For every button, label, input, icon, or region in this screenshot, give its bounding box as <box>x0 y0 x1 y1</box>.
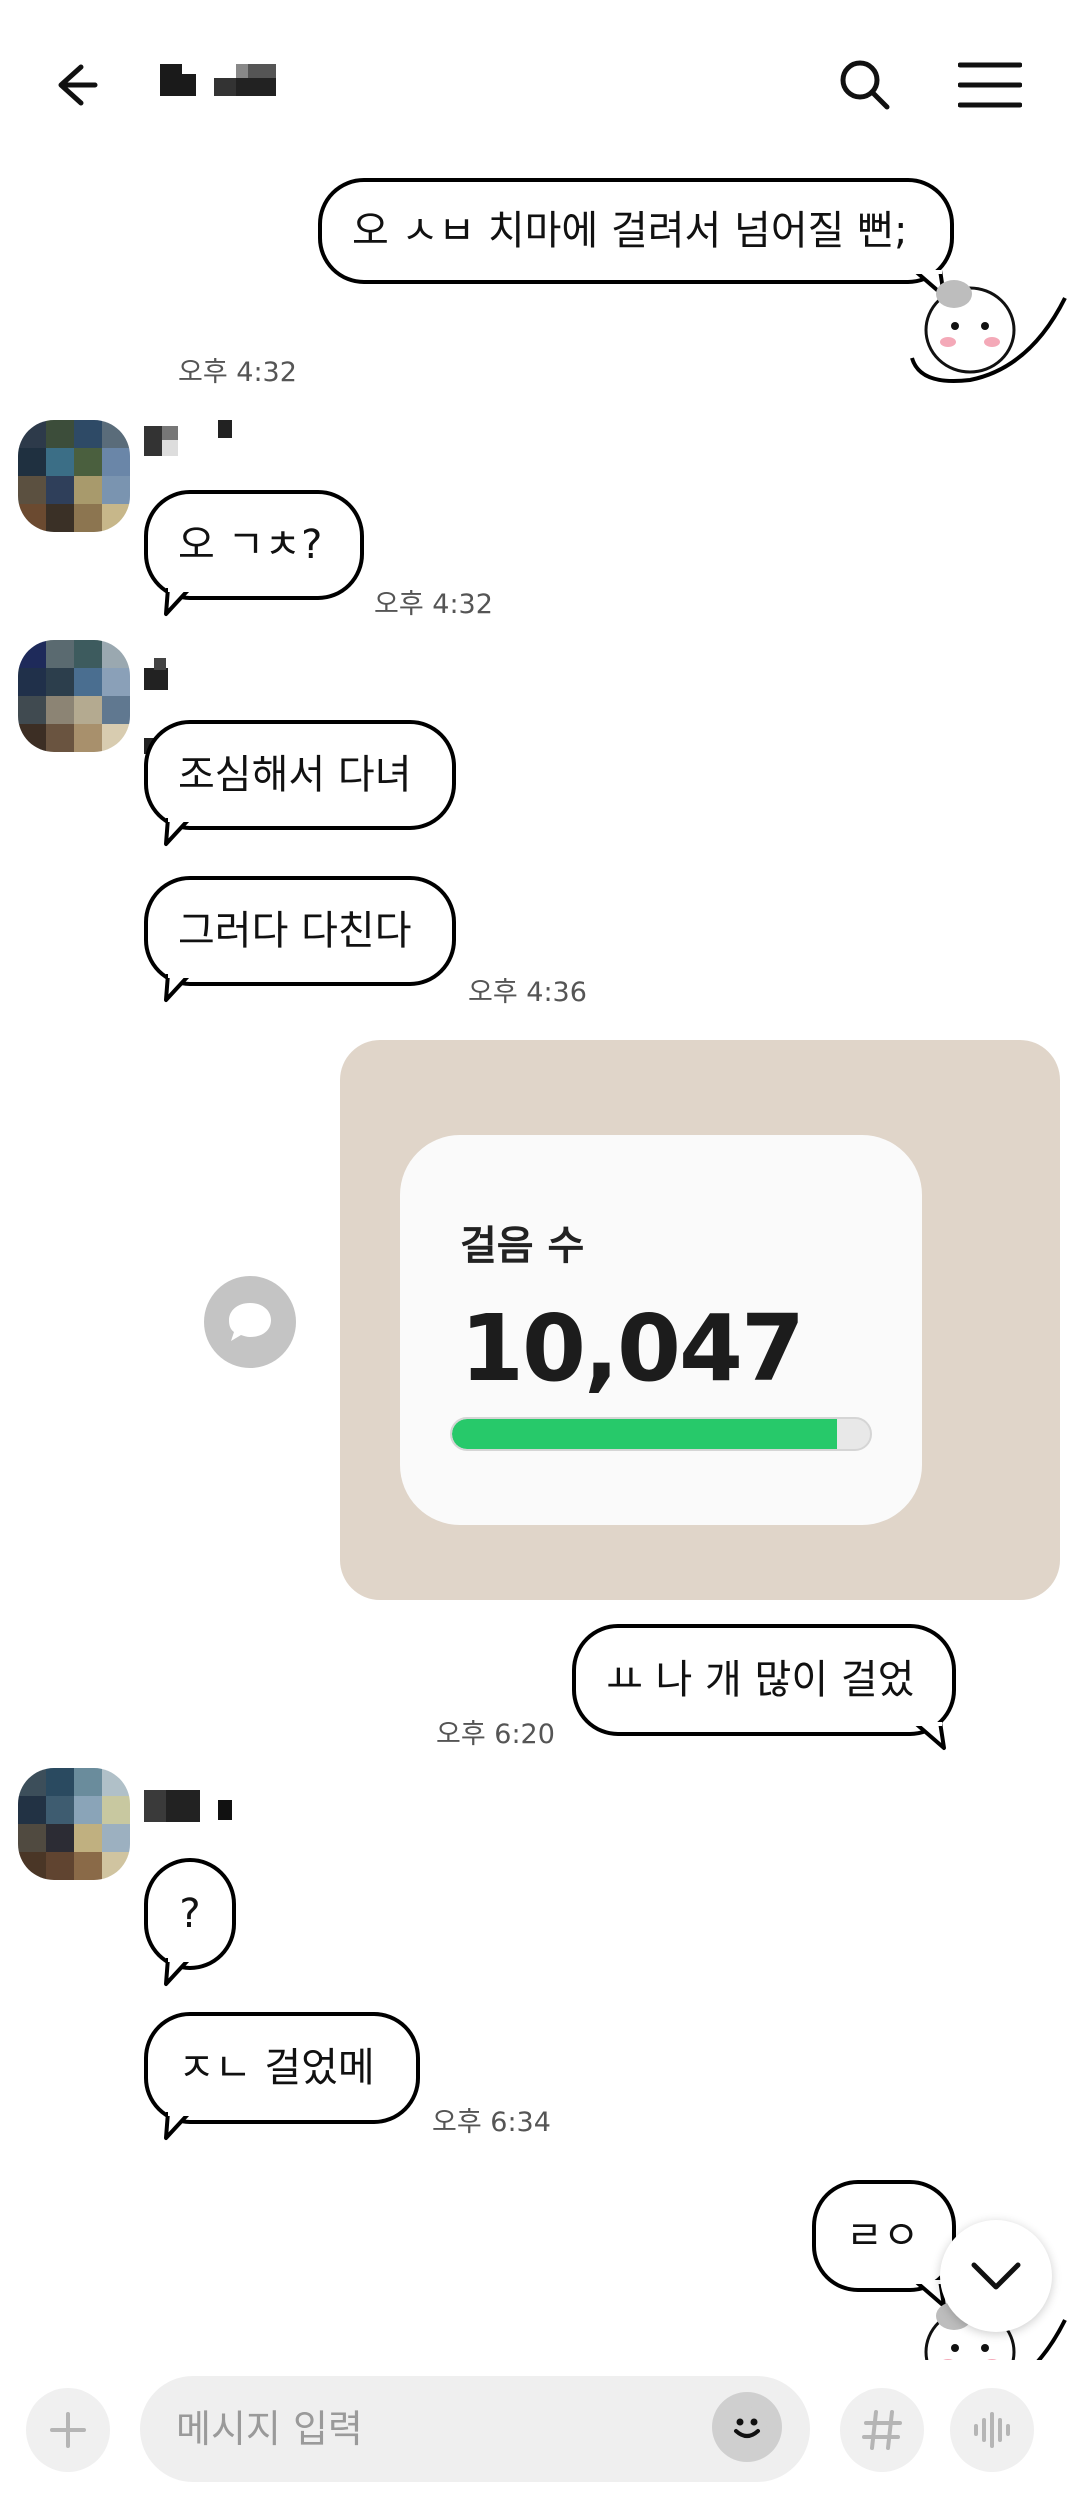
step-progress-bar <box>450 1417 872 1451</box>
step-count-card[interactable]: 걸음 수 10,047 <box>340 1040 1060 1600</box>
message-bubble[interactable]: 그러다 다친다 <box>144 876 456 986</box>
message-text: 그러다 다친다 <box>178 908 412 954</box>
message-bubble[interactable]: ㅈㄴ 걸었메 <box>144 2012 420 2124</box>
share-button[interactable] <box>204 1276 296 1368</box>
message-bubble[interactable]: ㄹㅇ <box>812 2180 956 2292</box>
hamster-sticker <box>910 268 1070 386</box>
message-input[interactable] <box>140 2376 810 2482</box>
message-timestamp: 오후 6:34 <box>432 2107 551 2138</box>
message-bubble[interactable]: 오 ㅅㅂ 치마에 걸려서 넘어질 뻔; <box>318 178 954 284</box>
bubble-tail <box>164 974 194 1002</box>
attach-button[interactable] <box>26 2388 110 2472</box>
plus-icon <box>50 2412 86 2448</box>
back-button[interactable] <box>40 50 110 120</box>
emoji-button[interactable] <box>712 2392 782 2462</box>
message-text: ㅈㄴ 걸었메 <box>178 2045 375 2091</box>
arrow-left-icon <box>58 64 98 106</box>
message-text: 오 ㅅㅂ 치마에 걸려서 넘어질 뻔; <box>352 208 908 254</box>
chat-room-name <box>160 60 290 106</box>
message-bubble[interactable]: ? <box>144 1858 236 1970</box>
message-text: ㄹㅇ <box>846 2213 920 2259</box>
sender-name <box>144 1786 244 1826</box>
search-icon <box>840 60 890 110</box>
bubble-tail <box>912 1722 946 1750</box>
message-timestamp: 오후 4:32 <box>178 357 297 388</box>
hashtag-button[interactable] <box>840 2388 924 2472</box>
message-timestamp: 오후 4:32 <box>374 589 493 620</box>
speech-bubble-icon <box>229 1303 271 1341</box>
chevron-down-icon <box>971 2262 1021 2290</box>
sender-name <box>144 650 264 754</box>
menu-button[interactable] <box>950 50 1030 120</box>
bubble-tail <box>164 2112 194 2140</box>
bubble-tail <box>164 1958 194 1986</box>
smiley-icon <box>727 2407 767 2447</box>
step-count-panel: 걸음 수 10,047 <box>400 1135 922 1525</box>
message-text: ㅛ 나 개 많이 걸었 <box>606 1657 915 1703</box>
message-text: 조심해서 다녀 <box>178 752 412 798</box>
step-count-label: 걸음 수 <box>460 1223 585 1269</box>
step-count-value: 10,047 <box>460 1295 805 1402</box>
scroll-to-bottom-button[interactable] <box>940 2220 1052 2332</box>
bubble-tail <box>164 818 194 846</box>
avatar[interactable] <box>18 640 130 752</box>
message-timestamp: 오후 6:20 <box>436 1719 555 1750</box>
search-button[interactable] <box>830 50 900 120</box>
message-bubble[interactable]: 오 ㄱㅊ? <box>144 490 364 600</box>
message-timestamp: 오후 4:36 <box>468 977 587 1008</box>
bubble-tail <box>164 588 194 616</box>
voice-button[interactable] <box>950 2388 1034 2472</box>
message-text: ? <box>179 1891 201 1937</box>
message-bubble[interactable]: ㅛ 나 개 많이 걸었 <box>572 1624 956 1736</box>
avatar[interactable] <box>18 420 130 532</box>
message-text: 오 ㄱㅊ? <box>178 522 323 568</box>
hashtag-icon <box>862 2410 902 2450</box>
sound-wave-icon <box>974 2412 1010 2448</box>
sender-name <box>144 420 234 460</box>
message-bubble[interactable]: 조심해서 다녀 <box>144 720 456 830</box>
hamburger-menu-icon <box>958 62 1022 108</box>
avatar[interactable] <box>18 1768 130 1880</box>
step-progress-fill <box>452 1419 837 1449</box>
